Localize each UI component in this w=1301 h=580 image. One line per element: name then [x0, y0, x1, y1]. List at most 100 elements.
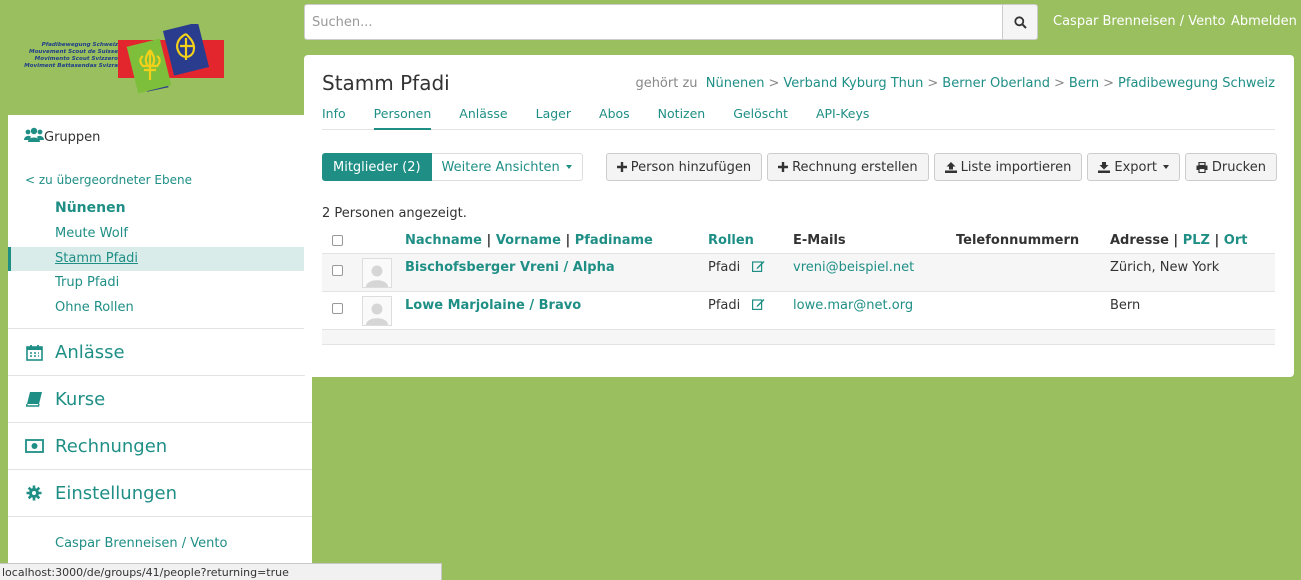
breadcrumb-item[interactable]: Bern [1069, 76, 1099, 91]
breadcrumb-item[interactable]: Berner Oberland [942, 76, 1050, 91]
more-views-label: Weitere Ansichten [441, 159, 560, 175]
sidebar-groups: Gruppen < zu übergeordneter Ebene Nünene… [8, 115, 312, 329]
sort-zip-link[interactable]: PLZ [1183, 233, 1210, 248]
emails-header: E-Mails [793, 232, 846, 248]
email-cell: vreni@beispiel.net [793, 252, 956, 291]
create-invoice-label: Rechnung erstellen [792, 159, 918, 175]
sort-town-link[interactable]: Ort [1224, 233, 1248, 248]
role-label: Pfadi [708, 259, 741, 275]
sidebar-section-title: Kurse [55, 388, 106, 410]
column-separator: | [486, 232, 492, 248]
add-person-button[interactable]: Person hinzufügen [605, 153, 763, 181]
import-list-button[interactable]: Liste importieren [933, 153, 1083, 181]
sidebar-item-meute-wolf[interactable]: Meute Wolf [8, 222, 312, 247]
print-icon [1196, 161, 1208, 173]
book-icon [24, 389, 44, 409]
gear-icon [24, 483, 44, 503]
sidebar-section-settings[interactable]: Einstellungen [8, 470, 312, 517]
person-name-link[interactable]: Lowe Marjolaine / Bravo [405, 298, 581, 313]
tab-events[interactable]: Anlässe [459, 105, 507, 130]
logo-line: Mouvement Scout de Suisse [29, 49, 118, 55]
export-dropdown[interactable]: Export [1087, 153, 1180, 181]
email-link[interactable]: vreni@beispiel.net [793, 260, 914, 275]
row-checkbox[interactable] [332, 264, 343, 276]
tab-notes[interactable]: Notizen [658, 105, 706, 130]
row-select-cell [322, 252, 362, 291]
edit-icon[interactable] [752, 260, 765, 272]
tab-info[interactable]: Info [322, 105, 346, 130]
plus-icon [778, 162, 789, 172]
address-header-label: Adresse [1110, 232, 1169, 248]
sidebar-item-stamm-pfadi[interactable]: Stamm Pfadi [8, 246, 312, 271]
add-person-label: Person hinzufügen [630, 159, 752, 175]
sort-lastname-link[interactable]: Nachname [405, 233, 482, 248]
sidebar-section-courses[interactable]: Kurse [8, 376, 312, 423]
sidebar-item-trup-pfadi[interactable]: Trup Pfadi [8, 271, 312, 296]
create-invoice-button[interactable]: Rechnung erstellen [767, 153, 929, 181]
table-header-row: Nachname | Vorname | Pfadiname Rollen E-… [322, 228, 1275, 253]
people-table: Nachname | Vorname | Pfadiname Rollen E-… [322, 228, 1275, 345]
user-link[interactable]: Caspar Brenneisen / Vento [1053, 14, 1225, 29]
sidebar-section-events[interactable]: Anlässe [8, 329, 312, 376]
address-cell: Bern [1110, 290, 1275, 329]
parent-level-link[interactable]: < zu übergeordneter Ebene [8, 173, 312, 191]
export-label: Export [1114, 159, 1157, 175]
select-all-cell [322, 228, 362, 253]
search-input[interactable] [304, 4, 1002, 40]
row-checkbox[interactable] [332, 302, 343, 314]
members-button[interactable]: Mitglieder (2) [322, 153, 432, 181]
phone-cell [956, 290, 1110, 329]
print-button[interactable]: Drucken [1184, 153, 1277, 181]
breadcrumb-item[interactable]: Pfadibewegung Schweiz [1118, 76, 1275, 91]
avatar-cell [362, 290, 405, 329]
avatar[interactable] [362, 295, 392, 326]
edit-icon[interactable] [752, 298, 765, 310]
avatar-cell [362, 252, 405, 291]
avatar[interactable] [362, 257, 392, 288]
tab-deleted[interactable]: Gelöscht [733, 105, 788, 130]
sidebar-section-invoices[interactable]: Rechnungen [8, 423, 312, 470]
roles-header: Rollen [708, 228, 793, 253]
email-link[interactable]: lowe.mar@net.org [793, 298, 913, 313]
person-name-link[interactable]: Bischofsberger Vreni / Alpha [405, 260, 615, 275]
sidebar-section-groups[interactable]: Gruppen [8, 115, 312, 159]
download-icon [1098, 161, 1111, 173]
logo-line: Movimento Scout Svizzero [34, 56, 118, 62]
name-cell: Lowe Marjolaine / Bravo [405, 290, 708, 329]
breadcrumb-item[interactable]: Verband Kyburg Thun [783, 76, 923, 91]
column-separator: | [1173, 232, 1179, 248]
sidebar-parent-group[interactable]: Nünenen [8, 200, 312, 222]
name-header: Nachname | Vorname | Pfadiname [405, 228, 708, 253]
sidebar-section-title: Einstellungen [55, 482, 178, 504]
sort-firstname-link[interactable]: Vorname [496, 233, 561, 248]
role-label: Pfadi [708, 297, 741, 313]
logout-link[interactable]: Abmelden [1231, 14, 1297, 29]
sort-roles-link[interactable]: Rollen [708, 233, 754, 248]
sidebar-user-link[interactable]: Caspar Brenneisen / Vento [8, 536, 312, 551]
caret-down-icon [1162, 165, 1169, 169]
sidebar-item-ohne-rollen[interactable]: Ohne Rollen [8, 296, 312, 321]
role-cell: Pfadi [708, 290, 793, 329]
row-select-cell [322, 290, 362, 329]
users-icon [24, 127, 44, 147]
search-bar [304, 4, 1038, 40]
role-cell: Pfadi [708, 252, 793, 291]
search-button[interactable] [1002, 4, 1038, 40]
logo[interactable]: Pfadibewegung Schweiz Mouvement Scout de… [22, 24, 227, 94]
sort-nickname-link[interactable]: Pfadiname [575, 233, 653, 248]
breadcrumb-item[interactable]: Nünenen [706, 76, 765, 91]
logo-line: Pfadibewegung Schweiz [41, 42, 118, 48]
address-header: Adresse | PLZ | Ort [1110, 228, 1275, 253]
tab-people[interactable]: Personen [373, 105, 432, 130]
select-all-checkbox[interactable] [332, 235, 343, 247]
tab-camps[interactable]: Lager [536, 105, 571, 130]
breadcrumb-prefix: gehört zu [635, 76, 698, 91]
page-title: Stamm Pfadi [322, 71, 450, 95]
import-list-label: Liste importieren [960, 159, 1072, 175]
view-switcher: Mitglieder (2) Weitere Ansichten [322, 153, 588, 181]
sidebar: Gruppen < zu übergeordneter Ebene Nünene… [8, 115, 312, 580]
tab-subscriptions[interactable]: Abos [599, 105, 630, 130]
tab-api-keys[interactable]: API-Keys [816, 105, 869, 130]
more-views-dropdown[interactable]: Weitere Ansichten [431, 153, 583, 181]
email-cell: lowe.mar@net.org [793, 290, 956, 329]
